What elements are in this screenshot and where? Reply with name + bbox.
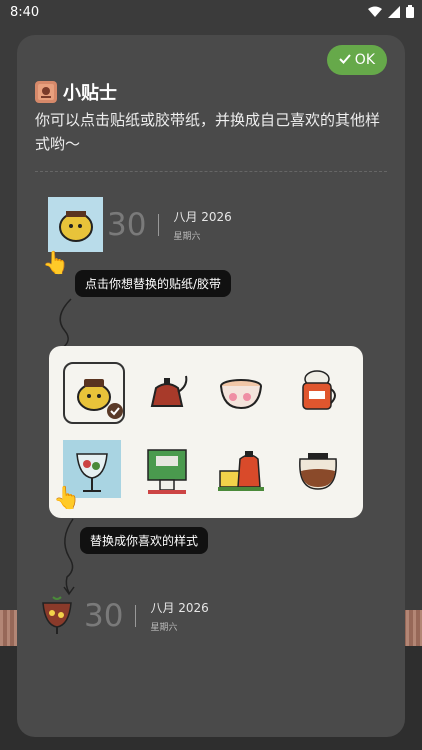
wifi-icon [368,6,382,22]
sticker-espresso-machine[interactable] [138,440,196,498]
ok-label: OK [354,52,375,68]
signal-icon [388,5,400,22]
sample-date-bottom: 30 八月 2026 星期六 [80,598,209,634]
hint-tap-label: 点击你想替换的贴纸/胶带 [75,270,232,297]
sticker-cat-mug[interactable] [289,362,347,420]
day-number: 30 [107,207,147,243]
pointing-hand-icon: 👆 [42,251,70,276]
month-year-bottom: 八月 2026 [150,601,209,615]
pointing-hand-icon-2: 👆 [53,486,81,511]
tip-header: 小贴士 [35,79,117,105]
sticker-pink-teacup[interactable] [213,362,271,420]
hint-replace-label: 替换成你喜欢的样式 [80,527,209,554]
sticker-red-teapot[interactable] [138,362,196,420]
sticker-glass-coffee-pot[interactable] [289,440,347,498]
tip-description: 你可以点击贴纸或胶带纸，并换成自己喜欢的其他样式哟～ [35,111,381,153]
battery-icon [406,5,414,22]
sample-sticker-drink[interactable] [39,595,75,637]
sticker-picker [49,346,363,518]
status-bar: 8:40 [0,0,422,26]
tip-title: 小贴士 [63,83,117,104]
divider [35,171,387,172]
status-time: 8:40 [10,5,40,20]
day-number-bottom: 30 [84,598,124,634]
sticker-book-icon [35,81,57,103]
selected-check-icon [106,402,124,424]
tips-dialog: OK 小贴士 你可以点击贴纸或胶带纸，并换成自己喜欢的其他样式哟～ 👆 30 八… [17,35,405,737]
arrow-down-icon-2 [63,518,75,596]
check-icon [339,52,351,68]
month-year: 八月 2026 [173,210,232,224]
weekday-bottom: 星期六 [150,623,178,633]
sample-sticker-coffee[interactable] [48,197,103,252]
weekday: 星期六 [173,232,201,242]
sample-date-top: 30 八月 2026 星期六 [103,207,232,243]
sticker-orange-kettle[interactable] [213,440,271,498]
ok-button[interactable]: OK [326,45,387,75]
